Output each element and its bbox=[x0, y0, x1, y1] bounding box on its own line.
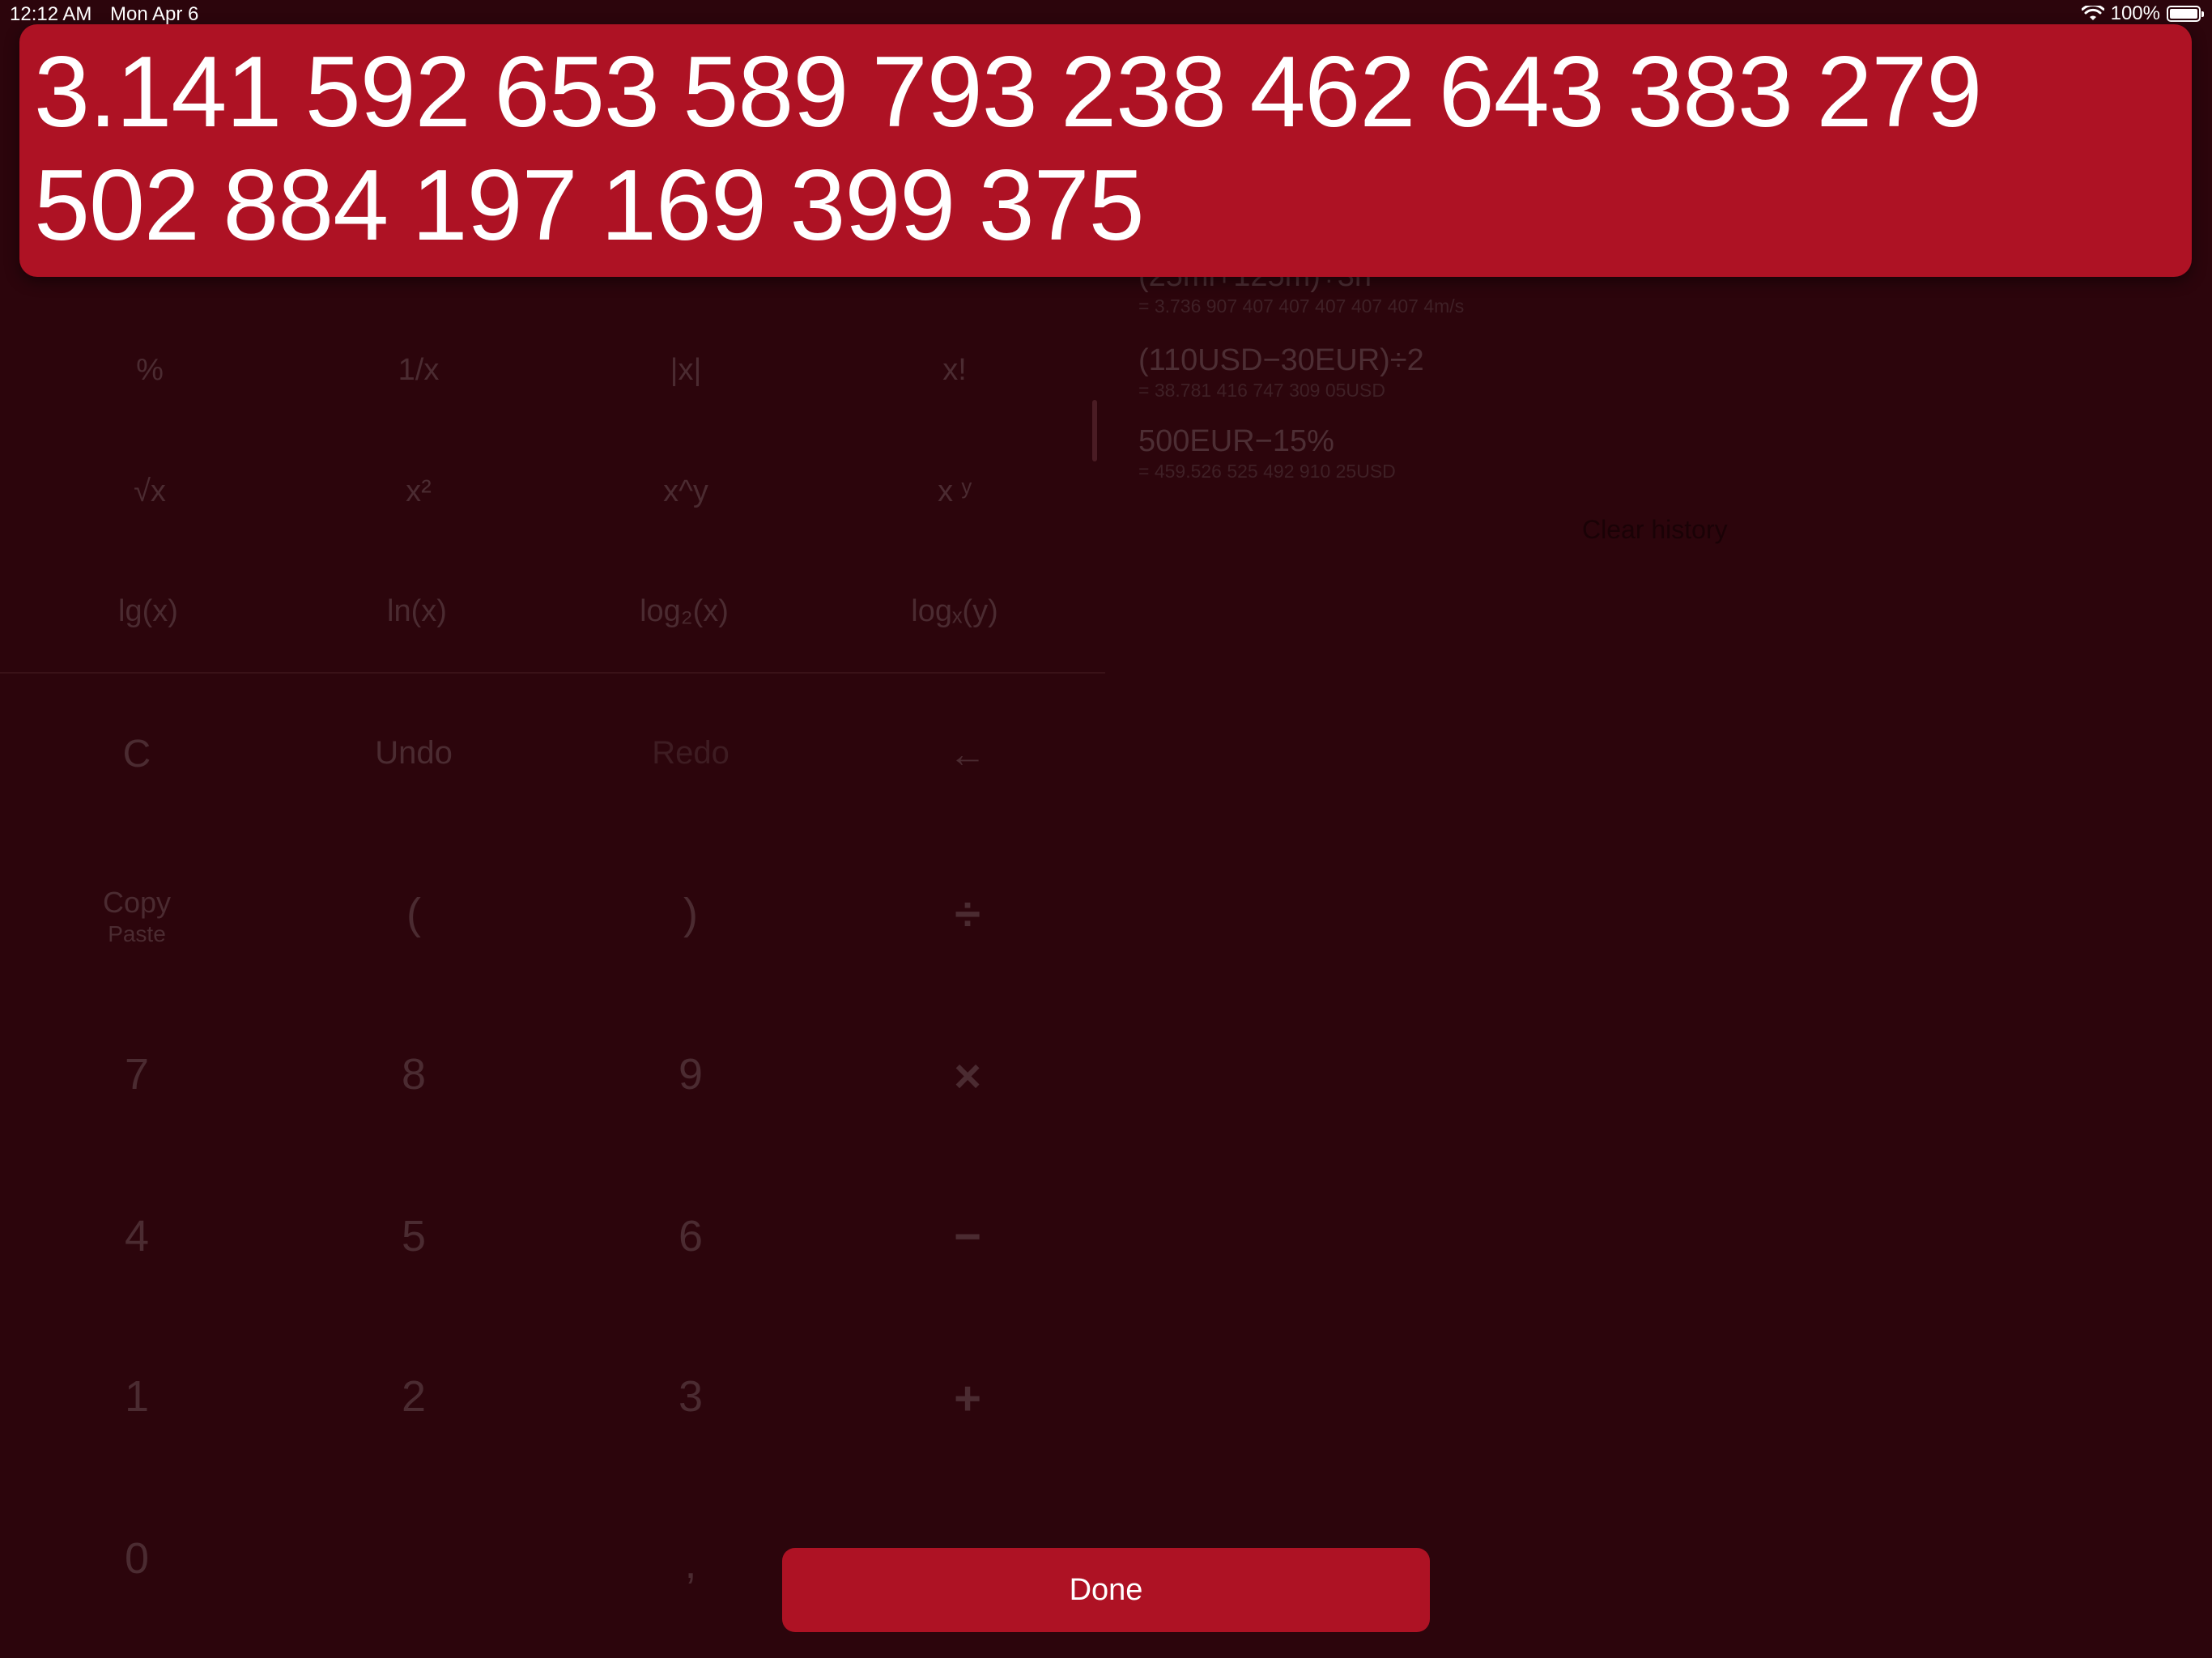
percent-key[interactable]: % bbox=[16, 353, 283, 388]
redo-key[interactable]: Redo bbox=[557, 735, 824, 772]
copy-paste-key[interactable]: Copy Paste bbox=[3, 886, 270, 947]
minus-key[interactable]: − bbox=[834, 1209, 1101, 1264]
log-base-2-key[interactable]: log₂(x) bbox=[551, 594, 818, 629]
log-base-x-key[interactable]: logₓ(y) bbox=[821, 594, 1088, 629]
natural-log-key[interactable]: ln(x) bbox=[283, 594, 551, 629]
square-root-key[interactable]: √x bbox=[16, 474, 283, 509]
undo-key[interactable]: Undo bbox=[280, 735, 547, 772]
wifi-icon bbox=[2081, 6, 2104, 22]
scroll-indicator[interactable] bbox=[1092, 400, 1097, 461]
history-item[interactable]: 500EUR−15% = 459.526 525 492 910 25USD bbox=[1138, 424, 1396, 483]
absolute-value-key[interactable]: |x| bbox=[552, 353, 819, 388]
digit-3-key[interactable]: 3 bbox=[557, 1371, 824, 1422]
multiply-key[interactable]: × bbox=[834, 1049, 1101, 1103]
result-line-2: 502 884 197 169 399 375 bbox=[34, 150, 1145, 261]
keypad-divider bbox=[0, 672, 1105, 674]
history-result: = 3.736 907 407 407 407 407 407 4m/s bbox=[1138, 295, 1465, 317]
done-button[interactable]: Done bbox=[782, 1548, 1430, 1632]
battery-icon bbox=[2167, 6, 2204, 22]
close-paren-key[interactable]: ) bbox=[557, 889, 824, 939]
plus-key[interactable]: + bbox=[834, 1371, 1101, 1426]
status-indicators: 100% bbox=[2081, 2, 2204, 25]
digit-6-key[interactable]: 6 bbox=[557, 1211, 824, 1261]
digit-4-key[interactable]: 4 bbox=[3, 1211, 270, 1261]
paste-label: Paste bbox=[108, 921, 166, 946]
power-superscript-key[interactable]: x ʸ bbox=[821, 474, 1088, 509]
digit-2-key[interactable]: 2 bbox=[280, 1371, 547, 1422]
square-key[interactable]: x² bbox=[285, 474, 552, 509]
result-banner: 3.141 592 653 589 793 238 462 643 383 27… bbox=[19, 24, 2192, 277]
history-result: = 38.781 416 747 309 05USD bbox=[1138, 380, 1385, 401]
clear-history-button[interactable]: Clear history bbox=[1582, 515, 1728, 545]
clear-key[interactable]: C bbox=[3, 732, 270, 776]
digit-8-key[interactable]: 8 bbox=[280, 1049, 547, 1099]
digit-5-key[interactable]: 5 bbox=[280, 1211, 547, 1261]
power-key[interactable]: x^y bbox=[552, 474, 819, 509]
history-item[interactable]: (110USD−30EUR)÷2 = 38.781 416 747 309 05… bbox=[1138, 343, 1424, 402]
backspace-key[interactable]: ← bbox=[834, 732, 1101, 776]
common-log-key[interactable]: lg(x) bbox=[15, 594, 282, 629]
result-line-1: 3.141 592 653 589 793 238 462 643 383 27… bbox=[34, 36, 1982, 148]
open-paren-key[interactable]: ( bbox=[280, 889, 547, 939]
divide-key[interactable]: ÷ bbox=[834, 887, 1101, 942]
digit-0-key[interactable]: 0 bbox=[3, 1533, 270, 1584]
digit-7-key[interactable]: 7 bbox=[3, 1049, 270, 1099]
history-result: = 459.526 525 492 910 25USD bbox=[1138, 461, 1396, 482]
history-expression: 500EUR−15% bbox=[1138, 424, 1334, 458]
digit-9-key[interactable]: 9 bbox=[557, 1049, 824, 1099]
battery-percent: 100% bbox=[2110, 2, 2160, 24]
digit-1-key[interactable]: 1 bbox=[3, 1371, 270, 1422]
reciprocal-key[interactable]: 1/x bbox=[285, 353, 552, 388]
history-expression: (110USD−30EUR)÷2 bbox=[1138, 343, 1424, 377]
factorial-key[interactable]: x! bbox=[821, 353, 1088, 388]
copy-label: Copy bbox=[102, 886, 172, 919]
